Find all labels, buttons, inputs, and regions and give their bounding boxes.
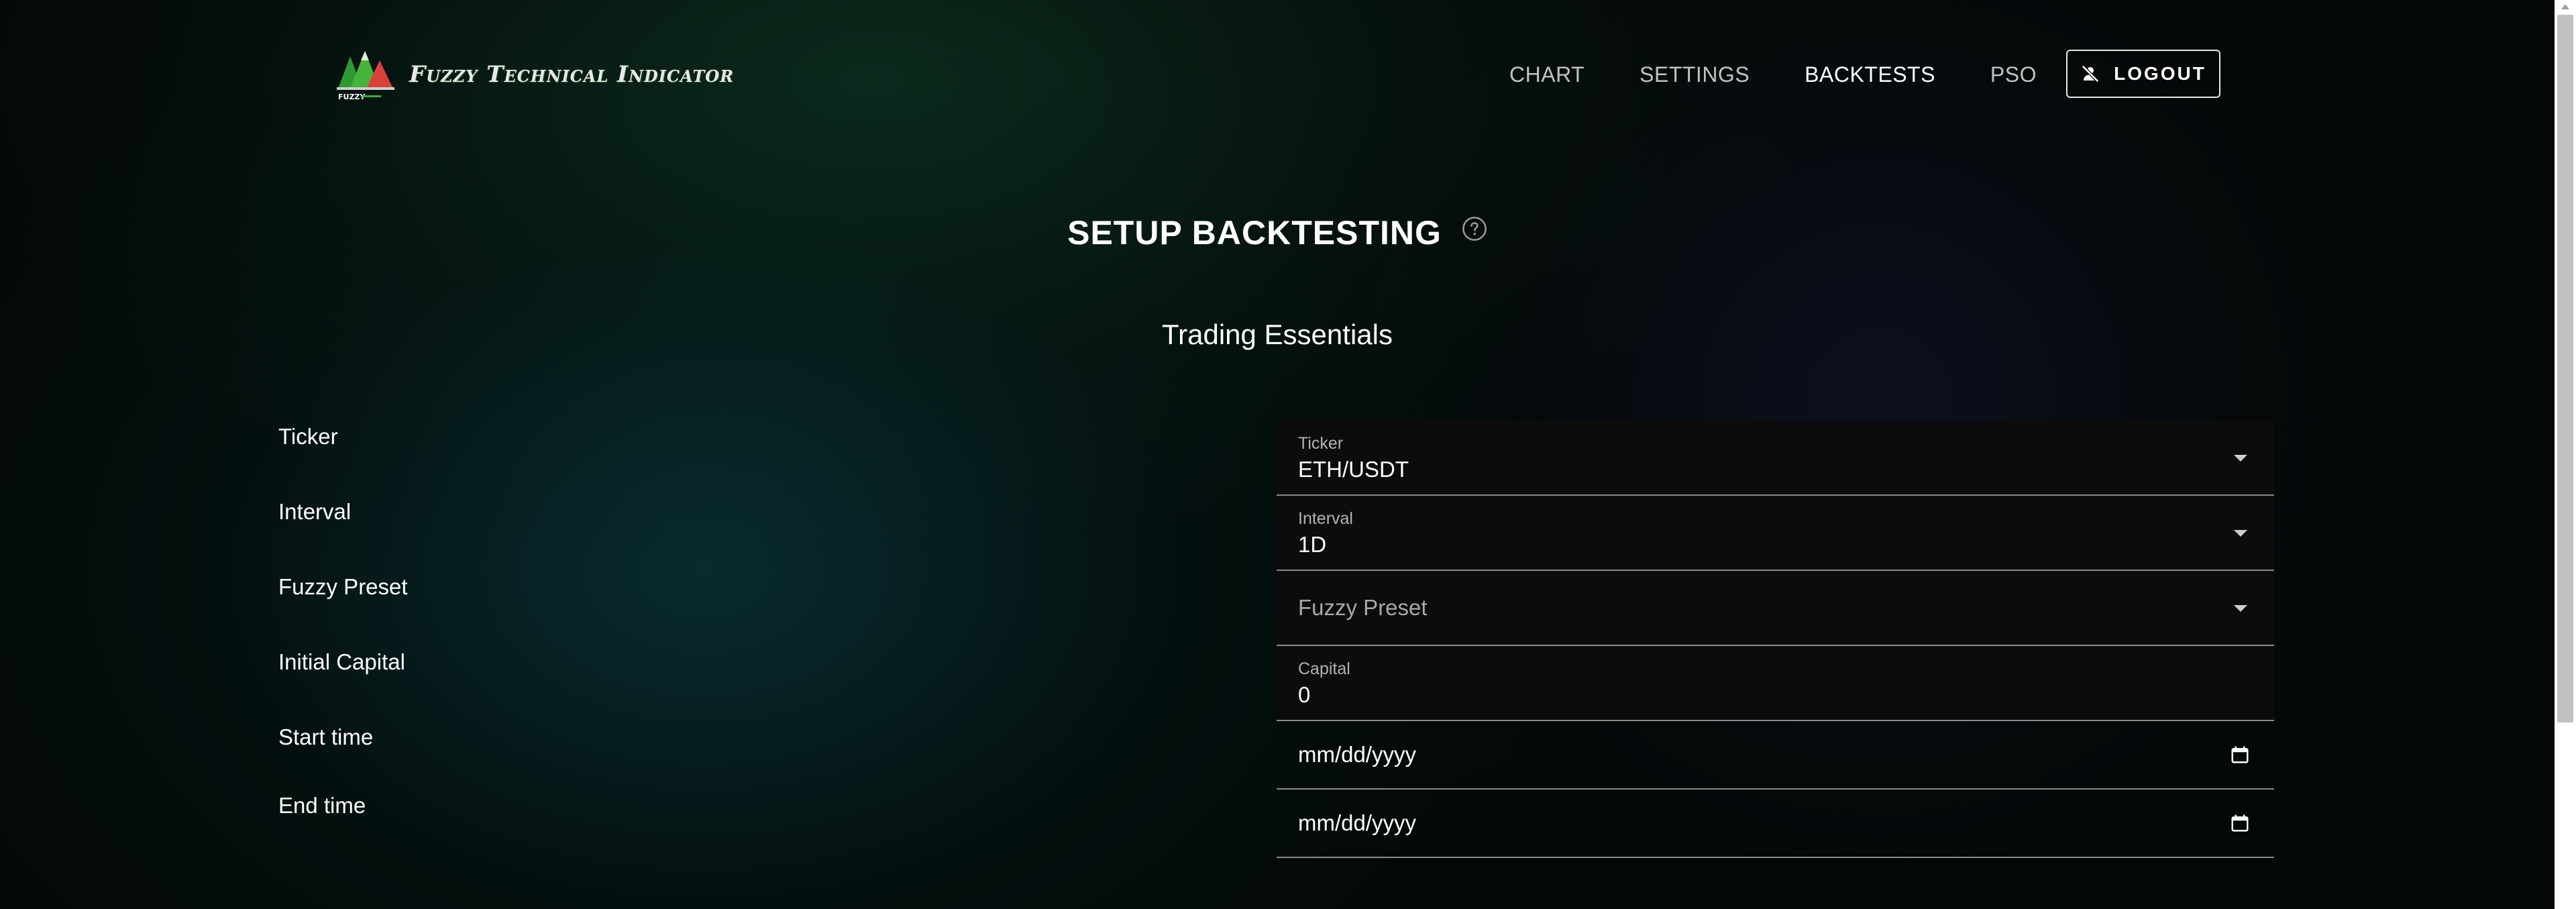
label-initial-capital: Initial Capital xyxy=(278,649,405,674)
scroll-thumb[interactable] xyxy=(2557,15,2573,723)
capital-value: 0 xyxy=(1298,682,1311,707)
label-ticker: Ticker xyxy=(278,424,338,449)
interval-value: 1D xyxy=(1298,532,1327,557)
page-title-row: SETUP BACKTESTING xyxy=(0,209,2555,256)
nav-backtests[interactable]: BACKTESTS xyxy=(1805,62,1935,87)
start-date-value: mm/dd/yyyy xyxy=(1298,742,1417,767)
ticker-value: ETH/USDT xyxy=(1298,457,1409,482)
nav-pso[interactable]: PSO xyxy=(1990,62,2037,87)
fuzzy-preset-select[interactable]: Fuzzy Preset xyxy=(1277,571,2274,646)
end-date-input[interactable]: mm/dd/yyyy xyxy=(1277,790,2274,858)
main-nav: CHART SETTINGS BACKTESTS PSO xyxy=(1509,50,2092,99)
fuzzy-preset-placeholder: Fuzzy Preset xyxy=(1298,595,1428,620)
logout-label: LOGOUT xyxy=(2114,63,2206,84)
help-circle-icon[interactable] xyxy=(1462,216,1487,242)
logo-title: Fuzzy Technical Indicator xyxy=(409,61,735,88)
app-logo[interactable]: FUZZY Fuzzy Technical Indicator xyxy=(335,47,734,102)
calendar-icon[interactable] xyxy=(2230,813,2250,833)
logo-mountains-icon: FUZZY xyxy=(335,47,397,102)
chevron-down-icon xyxy=(2234,455,2247,462)
interval-select[interactable]: Interval 1D xyxy=(1277,496,2274,571)
interval-field-label: Interval xyxy=(1298,509,1353,528)
start-date-input[interactable]: mm/dd/yyyy xyxy=(1277,721,2274,790)
capital-input[interactable]: Capital 0 xyxy=(1277,646,2274,721)
page-scrollbar[interactable] xyxy=(2555,0,2576,909)
ticker-select[interactable]: Ticker ETH/USDT xyxy=(1277,421,2274,496)
no-account-icon xyxy=(2082,64,2100,83)
calendar-icon[interactable] xyxy=(2230,745,2250,765)
scroll-up-arrow-icon[interactable] xyxy=(2561,4,2569,9)
nav-settings[interactable]: SETTINGS xyxy=(1640,62,1750,87)
chevron-down-icon xyxy=(2234,530,2247,537)
page-title: SETUP BACKTESTING xyxy=(1067,214,1442,252)
section-title: Trading Essentials xyxy=(1162,319,1393,350)
capital-field-label: Capital xyxy=(1298,659,1350,678)
chevron-down-icon xyxy=(2234,605,2247,612)
label-fuzzy-preset: Fuzzy Preset xyxy=(278,574,408,599)
end-date-value: mm/dd/yyyy xyxy=(1298,810,1417,835)
app-header: FUZZY Fuzzy Technical Indicator CHART SE… xyxy=(0,0,2555,148)
nav-chart[interactable]: CHART xyxy=(1509,62,1585,87)
label-start-time: Start time xyxy=(278,725,374,749)
ticker-field-label: Ticker xyxy=(1298,434,1344,453)
logout-button[interactable]: LOGOUT xyxy=(2066,50,2220,98)
label-end-time: End time xyxy=(278,793,366,818)
logo-small-text: FUZZY xyxy=(338,93,366,101)
label-interval: Interval xyxy=(278,499,352,524)
